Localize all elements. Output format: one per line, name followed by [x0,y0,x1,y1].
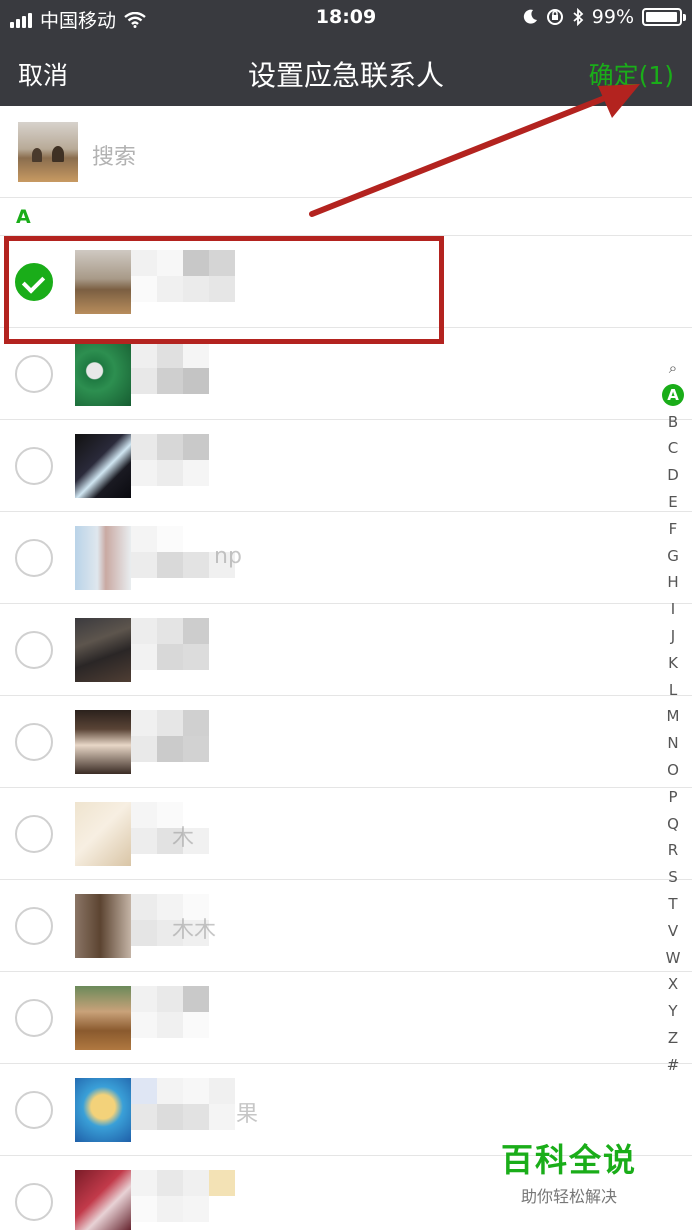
index-letter[interactable]: B [659,409,687,436]
top-bar: 中国移动 18:09 99% 取消 设置应急联系人 确定(1) [0,0,692,106]
contact-name-blurred [131,710,235,774]
index-letter[interactable]: O [659,757,687,784]
index-letter[interactable]: N [659,730,687,757]
index-letter-active[interactable]: A [659,382,687,409]
contact-row[interactable] [0,972,692,1064]
avatar [75,986,131,1050]
watermark-title: 百科全说 [500,1141,637,1179]
contact-row[interactable] [0,328,692,420]
radio-icon[interactable] [15,539,53,577]
index-letter[interactable]: Q [659,811,687,838]
contact-name-blurred [131,342,235,406]
avatar [75,618,131,682]
avatar [75,1078,131,1142]
index-letter[interactable]: Z [659,1025,687,1052]
contact-name-blurred [131,1078,235,1142]
avatar [75,434,131,498]
battery-percent: 99% [591,6,634,28]
index-search-icon[interactable]: ⌕ [659,355,687,382]
index-letter[interactable]: J [659,623,687,650]
index-letter[interactable]: V [659,918,687,945]
avatar [75,802,131,866]
avatar [75,710,131,774]
radio-icon[interactable] [15,815,53,853]
index-letter[interactable]: T [659,891,687,918]
avatar [75,526,131,590]
index-letter[interactable]: # [659,1052,687,1079]
status-bar: 中国移动 18:09 99% [0,0,692,36]
index-letter[interactable]: S [659,864,687,891]
radio-icon[interactable] [15,907,53,945]
section-header: A [0,198,692,236]
contact-name: 木木 [172,918,217,943]
avatar [75,342,131,406]
contact-row[interactable]: 木 [0,788,692,880]
navigation-bar: 取消 设置应急联系人 确定(1) [0,36,692,106]
radio-icon[interactable] [15,447,53,485]
search-bar[interactable]: 搜索 [0,106,692,198]
index-letter[interactable]: K [659,650,687,677]
avatar [75,894,131,958]
index-letter[interactable]: I [659,596,687,623]
selected-contact-avatar[interactable] [18,122,78,182]
index-letter[interactable]: Y [659,998,687,1025]
index-letter-a[interactable]: A [662,383,684,406]
index-letter[interactable]: E [659,489,687,516]
index-letter[interactable]: R [659,837,687,864]
contact-name: 果 [236,1102,259,1127]
avatar [75,1170,131,1230]
contact-name-blurred [131,986,235,1050]
watermark-logo: 百科全说 助你轻松解决 [494,1135,644,1207]
avatar [75,250,131,314]
contact-row[interactable] [0,420,692,512]
moon-icon [523,9,537,24]
contact-name-blurred [131,250,235,314]
radio-icon[interactable] [15,355,53,393]
contact-name: 木 [172,826,195,851]
contact-row[interactable]: 木木 [0,880,692,972]
index-letter[interactable]: X [659,971,687,998]
radio-icon[interactable] [15,1091,53,1129]
radio-icon[interactable] [15,999,53,1037]
radio-icon[interactable] [15,1183,53,1221]
index-letter[interactable]: C [659,435,687,462]
radio-icon[interactable] [15,631,53,669]
index-letter[interactable]: L [659,677,687,704]
confirm-button[interactable]: 确定(1) [589,56,674,92]
contact-row[interactable]: np [0,512,692,604]
contact-name: np [214,544,242,569]
orientation-lock-icon [546,9,563,25]
index-letter[interactable]: F [659,516,687,543]
battery-icon [642,8,686,26]
section-letter: A [16,206,31,228]
search-input[interactable]: 搜索 [92,139,136,171]
contact-name-blurred [131,1170,235,1230]
index-letter[interactable]: W [659,945,687,972]
index-letter[interactable]: M [659,703,687,730]
watermark-subtitle: 助你轻松解决 [520,1187,617,1206]
index-letter[interactable]: P [659,784,687,811]
index-letter[interactable]: G [659,543,687,570]
contact-list: np 木 木木 果 [0,236,692,1230]
contact-row[interactable] [0,236,692,328]
alphabet-index-bar[interactable]: ⌕ A B C D E F G H I J K L M N O P Q R S … [659,355,687,1079]
status-right: 99% [522,6,686,28]
contact-name-blurred [131,618,235,682]
checked-radio-icon[interactable] [15,263,53,301]
contact-row[interactable] [0,604,692,696]
contact-row[interactable] [0,696,692,788]
index-letter[interactable]: D [659,462,687,489]
radio-icon[interactable] [15,723,53,761]
contact-name-blurred [131,434,235,498]
index-letter[interactable]: H [659,569,687,596]
bluetooth-icon [573,8,584,26]
